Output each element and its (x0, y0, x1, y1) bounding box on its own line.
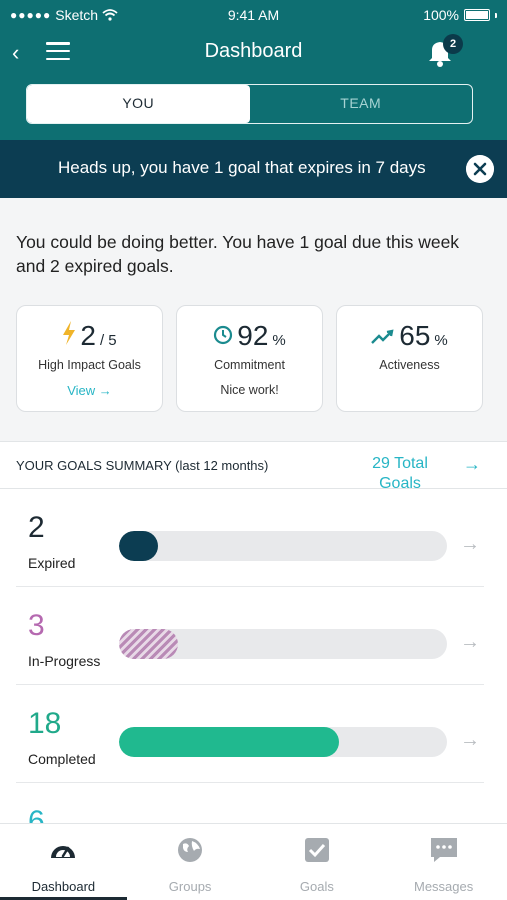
tab-goals[interactable]: Goals (254, 824, 381, 900)
battery-label: 100% (423, 7, 459, 23)
battery-tip (495, 12, 497, 18)
tab-label: Dashboard (31, 879, 96, 894)
tab-label: Groups (168, 879, 212, 894)
view-link[interactable]: View → (17, 383, 162, 398)
lightning-icon (63, 321, 76, 345)
card-suffix: % (272, 332, 286, 349)
card-suffix: % (434, 332, 448, 349)
goals-list: 2 Expired → 3 In-Progress → 18 Completed… (0, 489, 507, 823)
battery-icon (464, 9, 490, 21)
globe-icon (178, 838, 203, 862)
header: ●●●●● Sketch 9:41 AM 100% ‹ Dashboard 2 … (0, 0, 507, 140)
status-bar: ●●●●● Sketch 9:41 AM 100% (0, 0, 507, 30)
goal-row-partial[interactable]: 6 (16, 783, 484, 823)
banner-message: Heads up, you have 1 goal that expires i… (58, 158, 426, 177)
goal-label: Expired (28, 555, 76, 571)
goal-row-completed[interactable]: 18 Completed → (16, 685, 484, 783)
you-team-toggle: YOU TEAM (26, 84, 473, 124)
total-goals-link[interactable]: 29 Total Goals (360, 454, 440, 494)
checkbox-icon (304, 838, 329, 862)
goals-summary-header: YOUR GOALS SUMMARY (last 12 months) 29 T… (0, 441, 507, 492)
tab-messages[interactable]: Messages (380, 824, 507, 900)
progress-track (119, 727, 447, 757)
tab-groups[interactable]: Groups (127, 824, 254, 900)
tab-dashboard[interactable]: Dashboard (0, 824, 127, 900)
progress-track (119, 629, 447, 659)
card-label: Activeness (379, 358, 440, 372)
card-value: 65 (399, 320, 431, 351)
goal-row-expired[interactable]: 2 Expired → (16, 489, 484, 587)
progress-fill (119, 727, 339, 757)
summary-title: YOUR GOALS SUMMARY (last 12 months) (16, 458, 269, 473)
tab-bar: Dashboard Groups Goals Messages (0, 823, 507, 900)
tab-label: Goals (299, 879, 334, 894)
notification-badge[interactable]: 2 (443, 34, 463, 54)
top-bar: ‹ Dashboard 2 (0, 30, 507, 74)
tab-label: Messages (414, 879, 474, 894)
goal-count: 18 (28, 707, 62, 740)
goal-count: 2 (28, 511, 45, 544)
card-activeness: 65 % Activeness (336, 305, 483, 412)
close-icon[interactable] (466, 155, 494, 183)
card-high-impact-goals[interactable]: 2 / 5 High Impact Goals View → (16, 305, 163, 412)
card-commitment: 92 % Commitment Nice work! (176, 305, 323, 412)
chat-icon (430, 838, 457, 862)
toggle-you[interactable]: YOU (27, 85, 250, 123)
arrow-right-icon[interactable]: → (460, 533, 480, 556)
intro-text: You could be doing better. You have 1 go… (16, 232, 460, 276)
goal-count: 6 (28, 805, 45, 823)
progress-fill (119, 531, 159, 561)
goal-label: In-Progress (28, 653, 101, 669)
arrow-right-icon[interactable]: → (463, 454, 481, 475)
card-value: 92 (237, 320, 269, 351)
goal-label: Completed (28, 751, 96, 767)
card-label: Commitment (214, 358, 285, 372)
gauge-icon (51, 846, 76, 858)
card-suffix: / 5 (99, 332, 117, 349)
progress-track (119, 531, 447, 561)
card-value: 2 (80, 320, 96, 351)
progress-fill (119, 629, 179, 659)
card-sub: Nice work! (220, 383, 279, 397)
trend-up-icon (371, 329, 394, 344)
arrow-right-icon[interactable]: → (460, 729, 480, 752)
goal-count: 3 (28, 609, 45, 642)
toggle-team[interactable]: TEAM (250, 85, 473, 123)
arrow-right-icon[interactable]: → (460, 631, 480, 654)
clock-icon (214, 325, 233, 345)
card-label: High Impact Goals (38, 358, 141, 372)
expiry-banner: Heads up, you have 1 goal that expires i… (0, 140, 507, 198)
goal-row-in-progress[interactable]: 3 In-Progress → (16, 587, 484, 685)
